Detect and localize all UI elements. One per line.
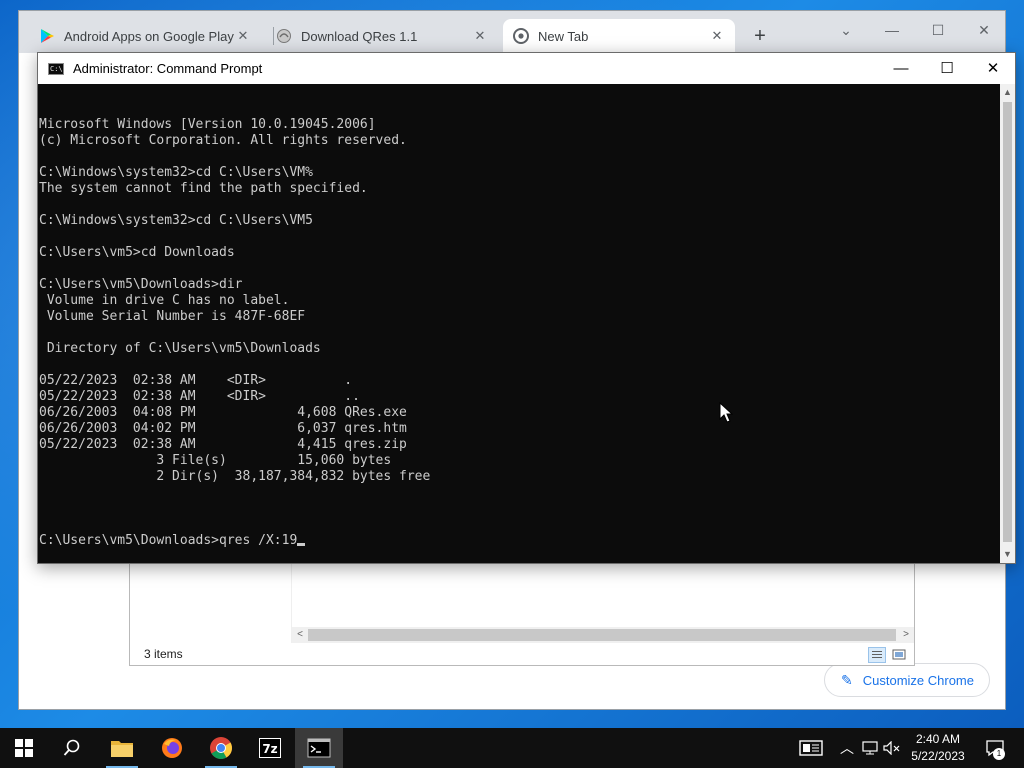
customize-chrome-label: Customize Chrome [862,672,974,688]
console-line: (c) Microsoft Corporation. All rights re… [39,133,407,148]
command-prompt-taskbar[interactable] [295,728,343,768]
console-line: C:\Windows\system32>cd C:\Users\VM% [39,165,313,180]
console-line: 06/26/2003 04:02 PM 6,037 qres.htm [39,421,407,436]
console-line: Directory of C:\Users\vm5\Downloads [39,341,321,356]
firefox-taskbar[interactable] [148,728,196,768]
svg-text:7z: 7z [262,742,277,756]
tab-label: Android Apps on Google Play [64,28,234,44]
tab-new-tab[interactable]: New Tab ✕ [503,19,735,53]
qres-site-icon [277,29,291,43]
tab-download-qres[interactable]: Download QRes 1.1 ✕ [266,19,498,53]
close-icon[interactable]: ✕ [969,17,999,43]
console-line: 2 Dir(s) 38,187,384,832 bytes free [39,469,431,484]
google-play-icon [41,29,54,43]
text-cursor [297,543,306,546]
network-icon[interactable] [860,728,880,768]
horizontal-scrollbar[interactable]: < > [292,627,914,643]
vertical-scrollbar[interactable]: ▲ ▼ [1000,84,1015,563]
scrollbar-thumb[interactable] [308,629,896,641]
tab-google-play[interactable]: Android Apps on Google Play ✕ [29,19,261,53]
maximize-icon[interactable]: ☐ [923,17,953,43]
console-line: 05/22/2023 02:38 AM 4,415 qres.zip [39,437,407,452]
command-line[interactable]: C:\Users\vm5\Downloads>qres /X:19 [39,533,1000,549]
customize-chrome-button[interactable]: ✎ Customize Chrome [824,663,990,697]
console-line: 3 File(s) 15,060 bytes [39,453,392,468]
7zip-taskbar[interactable]: 7z [246,728,294,768]
scroll-right-icon[interactable]: > [898,627,914,643]
large-icons-view-icon[interactable] [890,647,908,663]
minimize-icon[interactable]: — [877,17,907,43]
console-line: 05/22/2023 02:38 AM <DIR> .. [39,389,360,404]
search-icon [63,739,80,756]
item-count-status: 3 items [144,647,183,661]
window-title: Administrator: Command Prompt [73,61,263,76]
search-button[interactable] [48,728,96,768]
clock-date: 5/22/2023 [911,749,965,763]
taskbar: 7z ︿ 2:40 AM 5/22/2023 [0,728,1024,768]
close-icon[interactable]: ✕ [709,28,725,44]
scroll-left-icon[interactable]: < [292,627,308,643]
file-explorer-taskbar[interactable] [98,728,146,768]
console-line: C:\Windows\system32>cd C:\Users\VM5 [39,213,313,228]
7zip-icon: 7z [259,738,281,758]
chevron-down-icon[interactable]: ⌄ [831,17,861,43]
chrome-taskbar[interactable] [197,728,245,768]
news-and-interests-icon[interactable] [796,728,826,768]
scrollbar-thumb[interactable] [1003,102,1012,542]
pencil-icon: ✎ [841,671,853,688]
tab-label: Download QRes 1.1 [301,28,418,44]
cmd-icon: C:\ [48,62,64,75]
scroll-up-icon[interactable]: ▲ [1000,84,1015,101]
console-line: Volume Serial Number is 487F-68EF [39,309,306,324]
scroll-down-icon[interactable]: ▼ [1000,546,1015,563]
console-line: Volume in drive C has no label. [39,293,290,308]
mouse-pointer-icon [719,402,734,423]
console-line: 05/22/2023 02:38 AM <DIR> . [39,373,353,388]
start-button[interactable] [0,728,48,768]
console-line: C:\Users\vm5>cd Downloads [39,245,235,260]
chrome-icon [513,28,529,44]
minimize-icon[interactable]: — [878,53,924,84]
details-view-icon[interactable] [868,647,886,663]
chrome-tab-strip: Android Apps on Google Play ✕ Download Q… [19,11,1005,53]
firefox-icon [162,738,182,758]
console-line: The system cannot find the path specifie… [39,181,368,196]
chevron-up-icon[interactable]: ︿ [838,728,856,768]
system-clock[interactable]: 2:40 AM 5/22/2023 [900,731,976,765]
windows-logo-icon [15,739,33,757]
notification-count-badge: 1 [993,748,1005,760]
current-command: C:\Users\vm5\Downloads>qres /X:19 [39,533,298,548]
tab-label: New Tab [538,28,589,44]
maximize-icon[interactable]: ☐ [924,53,970,84]
folder-icon [111,741,133,757]
chrome-icon [210,737,232,759]
close-icon[interactable]: ✕ [970,53,1016,84]
console-line: C:\Users\vm5\Downloads>dir [39,277,243,292]
new-tab-button[interactable]: + [749,25,771,47]
console-line: 06/26/2003 04:08 PM 4,608 QRes.exe [39,405,407,420]
close-icon[interactable]: ✕ [235,28,251,44]
console-line: Microsoft Windows [Version 10.0.19045.20… [39,117,376,132]
clock-time: 2:40 AM [915,732,961,746]
command-prompt-window[interactable]: C:\ Administrator: Command Prompt — ☐ ✕ … [37,52,1016,564]
cmd-title-bar[interactable]: C:\ Administrator: Command Prompt — ☐ ✕ [38,53,1015,84]
volume-muted-icon[interactable] [882,728,902,768]
close-icon[interactable]: ✕ [472,28,488,44]
cmd-icon [307,738,331,758]
console-output[interactable]: Microsoft Windows [Version 10.0.19045.20… [39,84,1000,563]
